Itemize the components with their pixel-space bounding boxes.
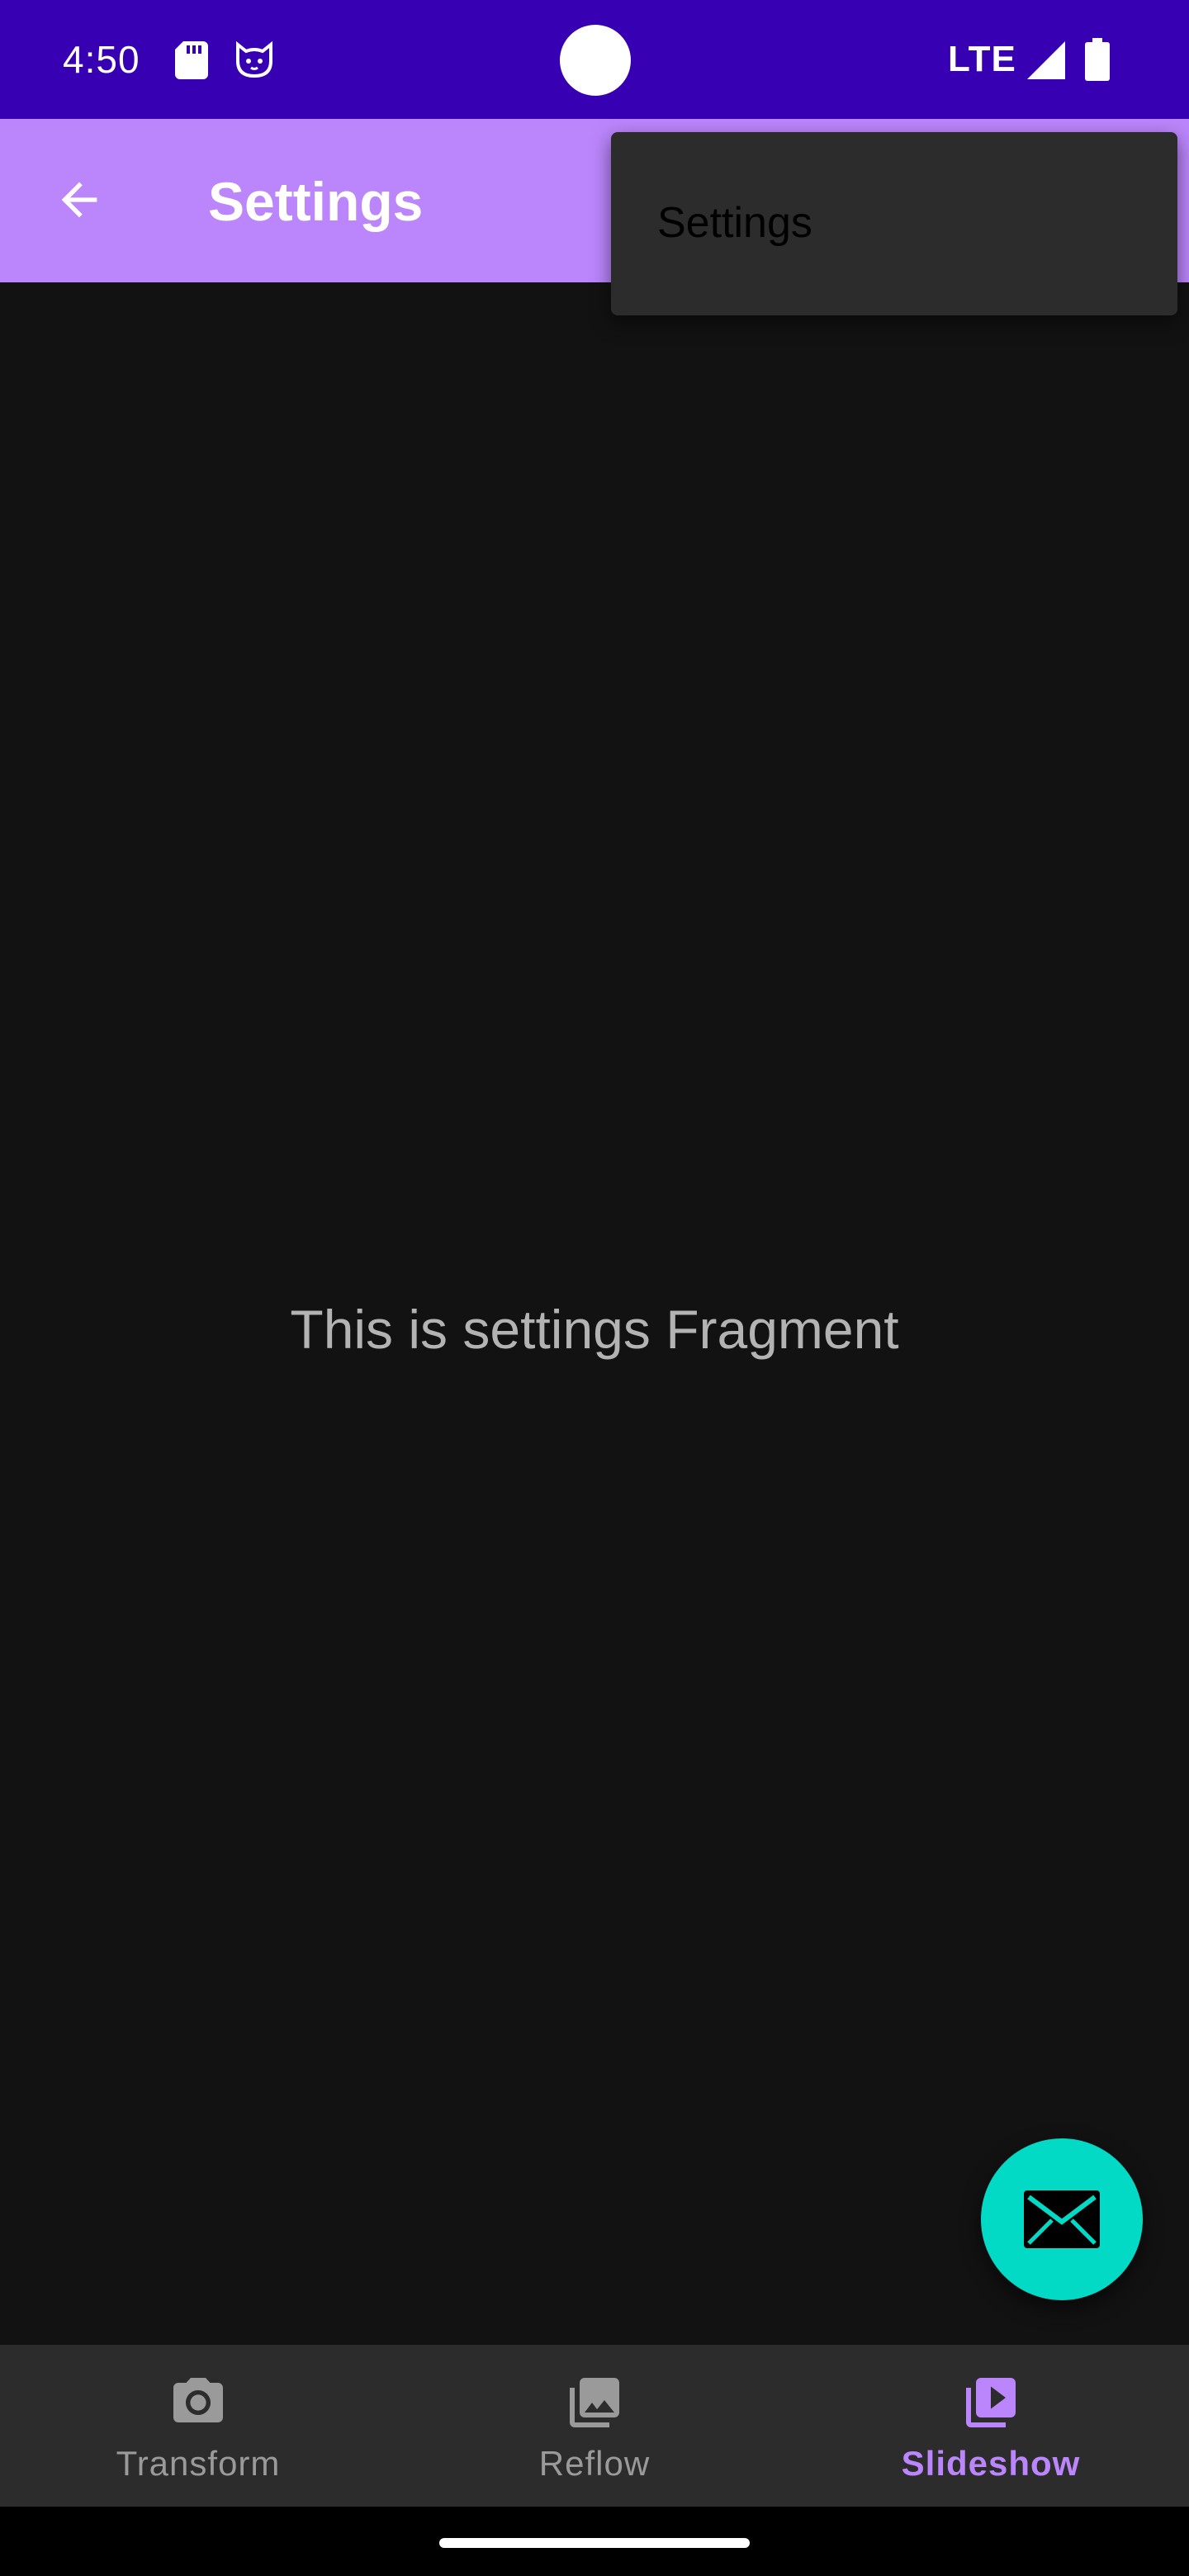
overflow-popup-menu: Settings <box>611 132 1177 315</box>
nav-label-reflow: Reflow <box>538 2444 651 2483</box>
nav-label-slideshow: Slideshow <box>901 2444 1081 2483</box>
email-fab-button[interactable] <box>981 2138 1143 2300</box>
status-bar: 4:50 LTE <box>0 0 1189 119</box>
gesture-navigation-bar <box>0 2507 1189 2576</box>
network-type: LTE <box>948 39 1016 79</box>
page-title: Settings <box>208 171 424 232</box>
back-button[interactable] <box>38 159 121 241</box>
app-screen: 4:50 LTE Settings Settings This is setti… <box>0 0 1189 2576</box>
nav-label-transform: Transform <box>116 2444 281 2483</box>
menu-item-label: Settings <box>657 199 812 247</box>
sd-card-icon <box>175 41 208 79</box>
nav-item-transform[interactable]: Transform <box>0 2345 396 2507</box>
email-icon <box>1024 2190 1100 2248</box>
home-handle[interactable] <box>439 2538 750 2548</box>
menu-item-settings[interactable]: Settings <box>611 132 1177 315</box>
signal-icon <box>1027 41 1065 79</box>
arrow-back-icon <box>61 182 97 218</box>
status-time: 4:50 <box>63 38 140 81</box>
nav-item-slideshow[interactable]: Slideshow <box>793 2345 1189 2507</box>
camera-icon <box>173 2378 223 2422</box>
slideshow-icon <box>966 2378 1016 2427</box>
fragment-message: This is settings Fragment <box>290 1299 899 1360</box>
battery-icon <box>1085 38 1110 81</box>
bottom-navigation: Transform Reflow Slideshow <box>0 2345 1189 2507</box>
photo-library-icon <box>570 2378 619 2427</box>
nav-item-reflow[interactable]: Reflow <box>396 2345 793 2507</box>
camera-cutout <box>560 25 631 96</box>
cat-icon <box>236 41 272 78</box>
